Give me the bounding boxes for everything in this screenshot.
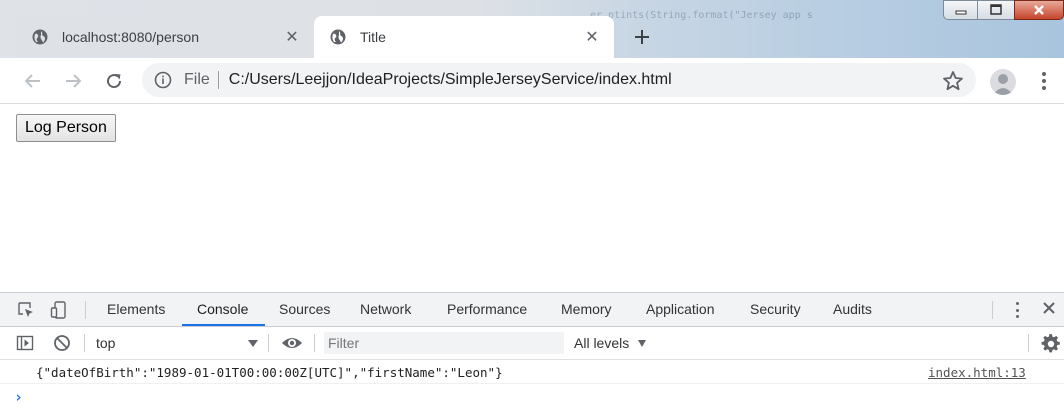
close-icon[interactable]: ✕	[282, 27, 302, 47]
eye-icon[interactable]	[281, 334, 303, 352]
dot	[1042, 78, 1046, 83]
chevron-down-icon	[638, 340, 646, 347]
url-text[interactable]: C:/Users/Leejjon/IdeaProjects/SimpleJers…	[229, 71, 672, 89]
close-icon	[1043, 302, 1055, 314]
devtools-tab-elements[interactable]: Elements	[107, 293, 165, 326]
devtools-tab-memory[interactable]: Memory	[561, 293, 612, 326]
plus-icon	[635, 30, 649, 44]
console-message-text[interactable]: {"dateOfBirth":"1989-01-01T00:00:00Z[UTC…	[36, 365, 503, 380]
back-button[interactable]	[19, 67, 47, 95]
dot	[1042, 86, 1046, 91]
tab-title: Title	[360, 29, 386, 45]
devtools-tab-application[interactable]: Application	[646, 293, 715, 326]
window-controls	[943, 0, 1064, 22]
divider	[1028, 334, 1029, 352]
maximize-button[interactable]	[977, 0, 1015, 20]
browser-menu-button[interactable]	[1034, 70, 1054, 92]
user-icon	[993, 74, 1013, 95]
devtools-close-button[interactable]	[1042, 299, 1056, 320]
arrow-left-icon	[24, 74, 40, 88]
inspect-element-icon[interactable]	[17, 301, 35, 319]
show-sidebar-icon[interactable]	[16, 334, 34, 352]
selected-tab-indicator	[182, 324, 265, 326]
devtools-tab-performance[interactable]: Performance	[447, 293, 527, 326]
devtools-tab-bar: Elements Console Sources Network Perform…	[0, 293, 1064, 327]
log-person-button[interactable]: Log Person	[16, 114, 116, 142]
close-icon[interactable]: ✕	[582, 27, 602, 47]
tab-title-page[interactable]: Title ✕	[314, 16, 614, 58]
clear-console-icon[interactable]	[53, 334, 71, 352]
profile-avatar[interactable]	[990, 69, 1016, 95]
divider	[314, 334, 315, 352]
reload-icon	[107, 74, 122, 89]
devtools-tab-network[interactable]: Network	[360, 293, 411, 326]
chevron-down-icon	[248, 340, 258, 347]
info-icon[interactable]	[154, 71, 172, 89]
devtools-tab-audits[interactable]: Audits	[833, 293, 872, 326]
divider	[217, 71, 219, 89]
gear-icon[interactable]	[1041, 334, 1061, 354]
context-selector-value: top	[96, 335, 116, 351]
divider	[84, 334, 85, 352]
console-source-link[interactable]: index.html:13	[928, 365, 1026, 380]
tab-localhost-person[interactable]: localhost:8080/person ✕	[16, 16, 314, 58]
forward-button[interactable]	[59, 67, 87, 95]
console-prompt[interactable]: ›	[14, 388, 23, 406]
browser-toolbar: File C:/Users/Leejjon/IdeaProjects/Simpl…	[0, 58, 1064, 104]
console-filter-input[interactable]	[324, 332, 564, 354]
arrow-right-icon	[66, 74, 82, 88]
background-code-text: er.ptints(String.format("Jersey app s	[590, 10, 813, 21]
close-icon	[1034, 5, 1044, 15]
minimize-button[interactable]	[943, 0, 978, 20]
tab-title: localhost:8080/person	[62, 29, 199, 45]
dot	[1015, 315, 1019, 318]
dot	[1042, 71, 1046, 76]
devtools-panel: Elements Console Sources Network Perform…	[0, 292, 1064, 414]
url-scheme-label: File	[184, 71, 210, 88]
dot	[1015, 302, 1019, 305]
address-bar[interactable]: File C:/Users/Leejjon/IdeaProjects/Simpl…	[142, 63, 976, 97]
globe-icon	[32, 29, 48, 45]
devtools-tab-security[interactable]: Security	[750, 293, 801, 326]
window-close-button[interactable]	[1014, 0, 1064, 20]
divider	[992, 301, 993, 319]
minimize-icon	[955, 10, 966, 15]
reload-button[interactable]	[100, 67, 128, 95]
divider	[268, 334, 269, 352]
context-selector[interactable]: top	[96, 327, 262, 359]
devtools-menu-button[interactable]	[1013, 302, 1021, 318]
console-message-row: {"dateOfBirth":"1989-01-01T00:00:00Z[UTC…	[0, 360, 1064, 384]
page-content: Log Person	[0, 104, 1064, 292]
log-levels-dropdown[interactable]: All levels	[574, 327, 629, 359]
bookmark-star-icon[interactable]	[942, 70, 964, 92]
tab-strip: er.ptints(String.format("Jersey app s lo…	[0, 0, 1064, 58]
globe-icon	[330, 29, 346, 45]
devtools-tab-sources[interactable]: Sources	[279, 293, 330, 326]
console-toolbar: top All levels	[0, 327, 1064, 360]
maximize-icon	[990, 4, 1002, 15]
device-toolbar-icon[interactable]	[50, 301, 68, 319]
new-tab-button[interactable]	[627, 22, 657, 52]
dot	[1015, 308, 1019, 312]
devtools-tab-console[interactable]: Console	[197, 293, 248, 326]
divider	[85, 301, 86, 319]
